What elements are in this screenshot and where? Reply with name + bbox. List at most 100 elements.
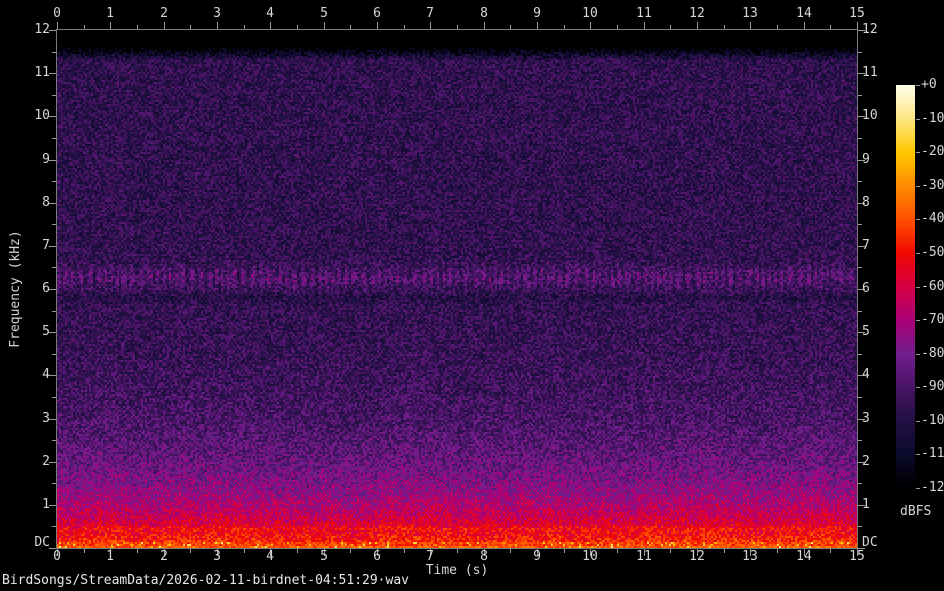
colorbar-tick-label: -90 <box>921 379 944 394</box>
x-tick <box>564 25 565 29</box>
y-tick <box>52 52 56 53</box>
x-tick <box>137 549 138 553</box>
x-tick <box>164 22 165 29</box>
colorbar-tick-label: -10 <box>921 111 944 126</box>
y-tick-label: 10 <box>34 108 50 123</box>
y-tick <box>858 483 862 484</box>
colorbar-tick-label: -80 <box>921 346 944 361</box>
x-tick-label: 8 <box>480 549 488 564</box>
x-tick <box>750 22 751 29</box>
x-tick <box>350 549 351 553</box>
y-tick-label: 12 <box>862 22 878 37</box>
y-tick-label: 6 <box>862 281 870 296</box>
y-tick <box>49 332 56 333</box>
y-tick-label: 2 <box>862 454 870 469</box>
colorbar-tick <box>916 454 920 455</box>
x-tick <box>804 22 805 29</box>
x-tick <box>137 25 138 29</box>
x-tick-label: 0 <box>53 549 61 564</box>
x-tick-label: 10 <box>582 549 598 564</box>
x-tick-label: 0 <box>53 6 61 21</box>
x-tick <box>270 22 271 29</box>
x-tick-label: 9 <box>533 6 541 21</box>
x-tick <box>297 25 298 29</box>
x-tick-label: 12 <box>689 6 705 21</box>
x-axis-label: Time (s) <box>425 563 489 578</box>
y-tick <box>52 397 56 398</box>
x-tick <box>857 22 858 29</box>
x-tick-label: 10 <box>582 6 598 21</box>
x-tick-label: 12 <box>689 549 705 564</box>
x-tick <box>617 25 618 29</box>
x-tick-label: 9 <box>533 549 541 564</box>
x-tick <box>84 25 85 29</box>
colorbar-tick-label: -50 <box>921 245 944 260</box>
y-tick-label: DC <box>862 535 878 550</box>
x-tick <box>430 22 431 29</box>
x-tick <box>457 549 458 553</box>
y-axis-label: Frequency (kHz) <box>8 230 23 348</box>
y-tick <box>858 526 862 527</box>
y-tick <box>858 138 862 139</box>
y-tick <box>52 483 56 484</box>
y-tick-label: 7 <box>862 238 870 253</box>
x-tick <box>777 25 778 29</box>
x-tick <box>510 25 511 29</box>
x-tick-label: 15 <box>849 6 865 21</box>
x-tick <box>830 25 831 29</box>
x-tick-label: 1 <box>106 549 114 564</box>
x-tick-label: 2 <box>160 6 168 21</box>
x-tick-label: 7 <box>426 549 434 564</box>
colorbar-tick-label: -40 <box>921 211 944 226</box>
x-tick <box>777 549 778 553</box>
colorbar-tick-label: -110 <box>921 446 944 461</box>
x-tick-label: 6 <box>373 6 381 21</box>
y-tick <box>49 505 56 506</box>
x-tick <box>190 549 191 553</box>
x-tick-label: 5 <box>320 6 328 21</box>
x-tick-label: 4 <box>266 549 274 564</box>
x-tick-label: 4 <box>266 6 274 21</box>
colorbar-tick-label: +0 <box>921 77 937 92</box>
y-tick <box>52 267 56 268</box>
x-tick <box>724 25 725 29</box>
x-tick <box>724 549 725 553</box>
y-tick <box>52 224 56 225</box>
y-tick-label: 9 <box>862 152 870 167</box>
x-tick-label: 3 <box>213 549 221 564</box>
x-tick <box>350 25 351 29</box>
colorbar-tick <box>916 253 920 254</box>
colorbar-tick-label: -30 <box>921 178 944 193</box>
x-tick-label: 15 <box>849 549 865 564</box>
x-tick <box>457 25 458 29</box>
colorbar-tick-label: -60 <box>921 279 944 294</box>
x-tick <box>537 22 538 29</box>
colorbar-tick <box>916 287 920 288</box>
y-tick-label: 1 <box>862 497 870 512</box>
colorbar-tick <box>916 354 920 355</box>
x-tick <box>377 22 378 29</box>
y-tick-label: 1 <box>42 497 50 512</box>
y-tick <box>858 354 862 355</box>
x-tick <box>564 549 565 553</box>
colorbar-tick <box>916 186 920 187</box>
y-tick <box>49 116 56 117</box>
y-tick <box>858 397 862 398</box>
y-tick <box>52 311 56 312</box>
x-tick <box>670 25 671 29</box>
x-tick <box>190 25 191 29</box>
x-tick <box>110 22 111 29</box>
x-tick-label: 3 <box>213 6 221 21</box>
y-tick <box>49 462 56 463</box>
x-tick <box>297 549 298 553</box>
y-tick-label: 3 <box>862 411 870 426</box>
x-tick-label: 11 <box>636 6 652 21</box>
y-tick <box>858 181 862 182</box>
y-tick-label: 8 <box>862 195 870 210</box>
x-tick <box>617 549 618 553</box>
colorbar-tick <box>916 421 920 422</box>
colorbar-tick-label: -70 <box>921 312 944 327</box>
y-tick <box>49 246 56 247</box>
y-tick <box>858 95 862 96</box>
y-tick <box>858 440 862 441</box>
